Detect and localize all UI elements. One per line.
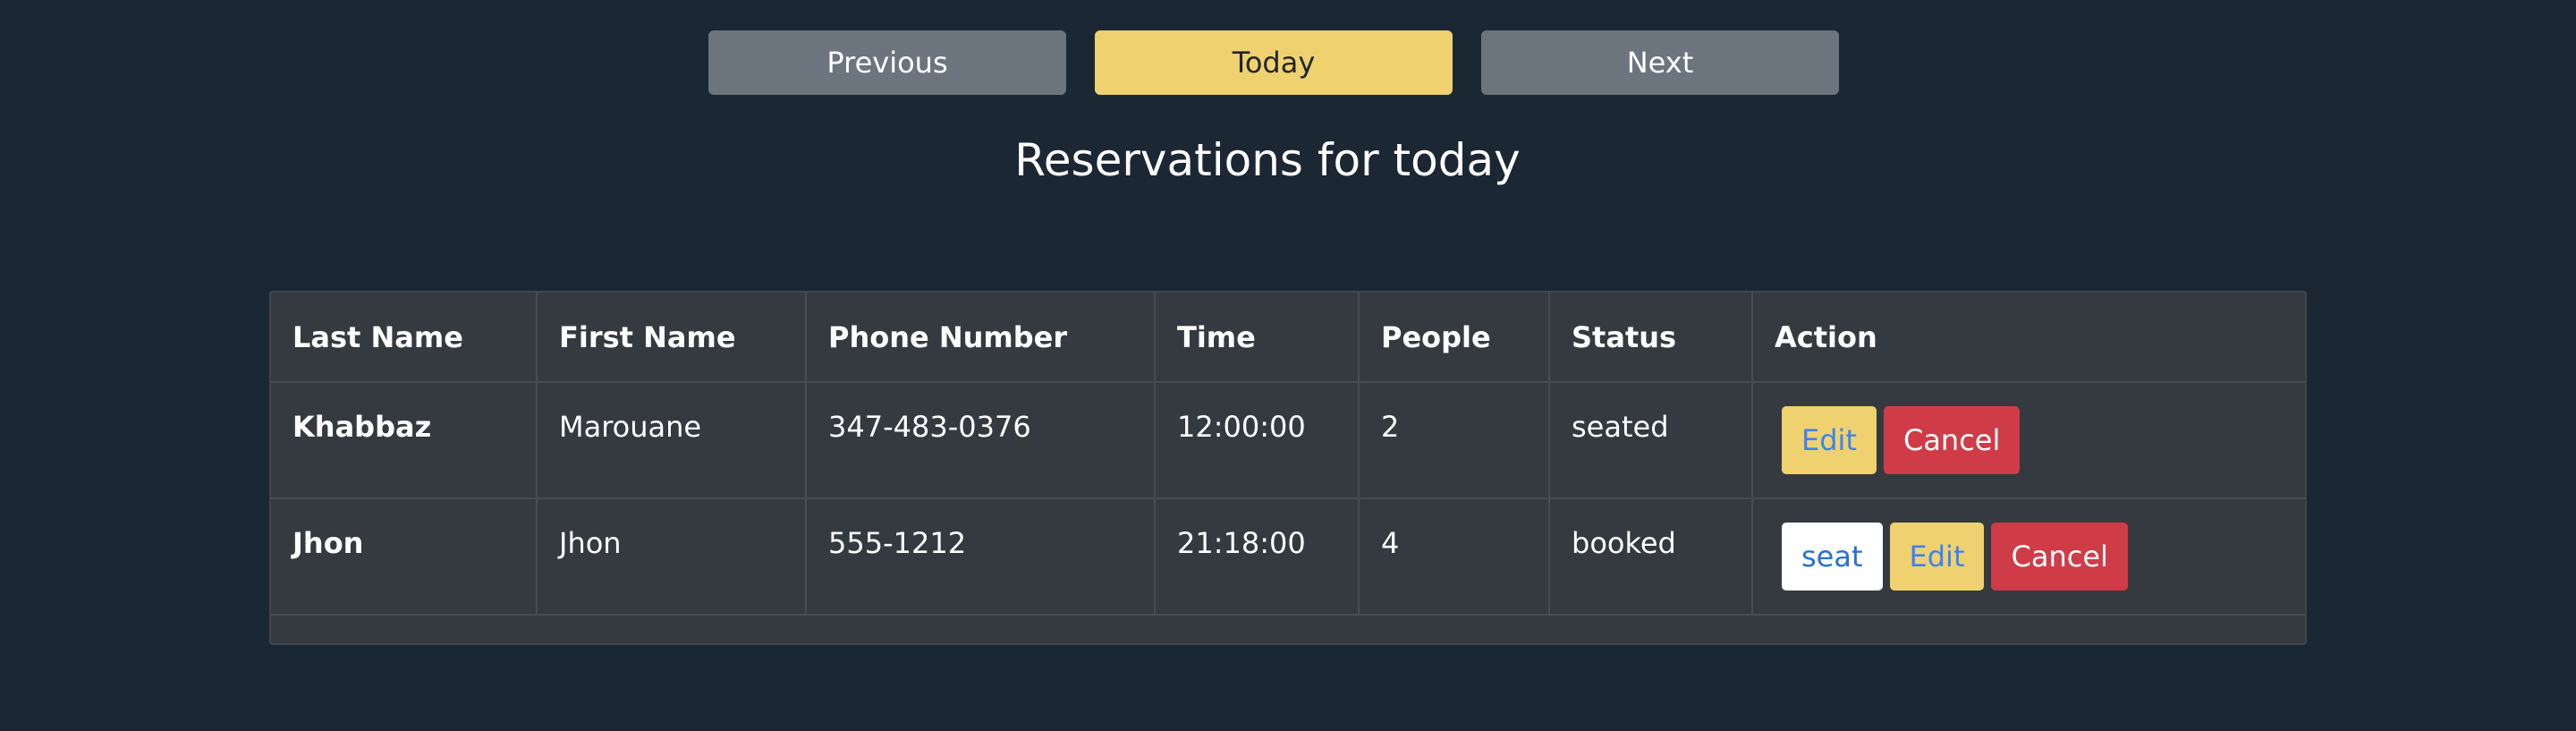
row-actions: seat Edit Cancel	[1775, 523, 2284, 591]
table-row: Khabbaz Marouane 347-483-0376 12:00:00 2…	[271, 381, 2305, 499]
table-header-row: Last Name First Name Phone Number Time P…	[271, 293, 2305, 383]
column-header-time: Time	[1154, 293, 1360, 383]
column-header-phone-number: Phone Number	[805, 293, 1156, 383]
row-actions: Edit Cancel	[1775, 406, 2284, 474]
cell-time: 21:18:00	[1154, 497, 1360, 616]
column-header-action: Action	[1751, 293, 2305, 383]
column-header-people: People	[1358, 293, 1550, 383]
reservations-table-container: Last Name First Name Phone Number Time P…	[269, 291, 2307, 645]
cell-actions: seat Edit Cancel	[1751, 497, 2305, 616]
date-navigation: Previous Today Next	[708, 30, 1839, 95]
cell-people: 2	[1358, 381, 1550, 499]
previous-button[interactable]: Previous	[708, 30, 1066, 95]
cell-status: seated	[1548, 381, 1753, 499]
cell-phone-number: 347-483-0376	[805, 381, 1156, 499]
cell-last-name: Khabbaz	[271, 381, 538, 499]
cell-people: 4	[1358, 497, 1550, 616]
column-header-first-name: First Name	[536, 293, 807, 383]
cell-first-name: Jhon	[536, 497, 807, 616]
column-header-last-name: Last Name	[271, 293, 538, 383]
page-title: Reservations for today	[1014, 134, 1521, 186]
table-row: Jhon Jhon 555-1212 21:18:00 4 booked sea…	[271, 497, 2305, 616]
seat-button[interactable]: seat	[1782, 523, 1883, 591]
edit-button[interactable]: Edit	[1782, 406, 1877, 474]
today-button[interactable]: Today	[1095, 30, 1453, 95]
cell-status: booked	[1548, 497, 1753, 616]
edit-button[interactable]: Edit	[1889, 523, 1985, 591]
reservations-table: Last Name First Name Phone Number Time P…	[271, 293, 2305, 616]
cell-time: 12:00:00	[1154, 381, 1360, 499]
cancel-button[interactable]: Cancel	[1883, 406, 2021, 474]
column-header-status: Status	[1548, 293, 1753, 383]
cell-first-name: Marouane	[536, 381, 807, 499]
cell-phone-number: 555-1212	[805, 497, 1156, 616]
next-button[interactable]: Next	[1481, 30, 1839, 95]
cell-last-name: Jhon	[271, 497, 538, 616]
cell-actions: Edit Cancel	[1751, 381, 2305, 499]
cancel-button[interactable]: Cancel	[1991, 523, 2128, 591]
